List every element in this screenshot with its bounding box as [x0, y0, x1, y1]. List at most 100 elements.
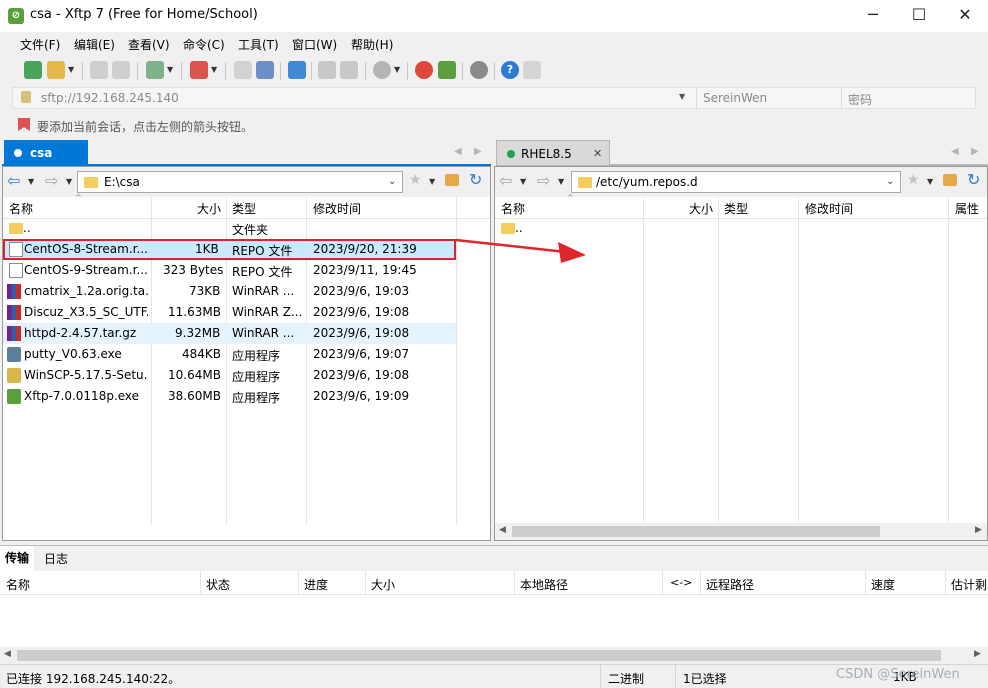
col-name[interactable]: 名称	[501, 200, 525, 217]
col-modified[interactable]: 修改时间	[805, 200, 853, 217]
col-permissions[interactable]: 属性	[955, 200, 979, 217]
xshell-icon[interactable]	[415, 61, 433, 79]
dropdown-arrow-icon[interactable]: ▼	[211, 65, 217, 74]
dropdown-arrow-icon[interactable]: ▼	[66, 177, 72, 186]
table-row[interactable]: httpd-2.4.57.tar.gz 9.32MB WinRAR ... 20…	[3, 323, 456, 344]
dropdown-arrow-icon[interactable]: ▼	[68, 65, 74, 74]
col-type[interactable]: 类型	[724, 200, 748, 217]
forward-arrow-icon[interactable]: ⇨	[45, 171, 58, 190]
table-row[interactable]: Xftp-7.0.0118p.exe 38.60MB 应用程序 2023/9/6…	[3, 386, 456, 407]
col-type[interactable]: 类型	[232, 200, 256, 217]
col-progress[interactable]: 进度	[304, 576, 328, 593]
chevron-down-icon[interactable]: ⌄	[388, 176, 396, 187]
password-field[interactable]: 密码	[848, 91, 872, 108]
chevron-down-icon[interactable]: ⌄	[886, 176, 894, 187]
col-direction[interactable]: <->	[670, 576, 692, 589]
open-folder-icon[interactable]	[47, 61, 65, 79]
dropdown-arrow-icon[interactable]: ▼	[429, 177, 435, 186]
table-row[interactable]: cmatrix_1.2a.orig.ta... 73KB WinRAR ... …	[3, 281, 456, 302]
table-row[interactable]: Discuz_X3.5_SC_UTF... 11.63MB WinRAR Z..…	[3, 302, 456, 323]
forward-arrow-icon[interactable]: ⇨	[537, 171, 550, 190]
table-row[interactable]: .. 文件夹	[3, 218, 456, 239]
col-status[interactable]: 状态	[206, 576, 230, 593]
help-icon[interactable]: ?	[501, 61, 519, 79]
col-local-path[interactable]: 本地路径	[520, 576, 568, 593]
copy-icon[interactable]	[318, 61, 336, 79]
scrollbar-thumb[interactable]	[512, 526, 880, 537]
paste-icon[interactable]	[340, 61, 358, 79]
tab-scroll-right-icon[interactable]: ▶	[971, 146, 979, 157]
close-button[interactable]: ✕	[942, 0, 988, 32]
scrollbar-thumb[interactable]	[17, 650, 941, 661]
tab-scroll-right-icon[interactable]: ▶	[474, 146, 482, 157]
connect-icon[interactable]	[90, 61, 108, 79]
xftp-icon[interactable]	[438, 61, 456, 79]
menu-help[interactable]: 帮助(H)	[351, 36, 393, 53]
horizontal-scrollbar[interactable]: ◀ ▶	[495, 523, 987, 540]
dropdown-arrow-icon[interactable]: ▼	[167, 65, 173, 74]
sync-icon[interactable]	[256, 61, 274, 79]
menu-file[interactable]: 文件(F)	[20, 36, 60, 53]
menu-view[interactable]: 查看(V)	[128, 36, 170, 53]
chat-icon[interactable]	[523, 61, 541, 79]
col-size[interactable]: 大小	[689, 200, 713, 217]
local-path-input[interactable]: E:\csa ⌄	[77, 171, 403, 193]
back-arrow-icon[interactable]: ⇦	[7, 171, 20, 190]
col-eta[interactable]: 估计剩	[951, 576, 987, 593]
col-speed[interactable]: 速度	[871, 576, 895, 593]
properties-icon[interactable]	[234, 61, 252, 79]
tab-transfer[interactable]: 传输	[0, 546, 34, 571]
col-remote-path[interactable]: 远程路径	[706, 576, 754, 593]
tab-scroll-left-icon[interactable]: ◀	[454, 146, 462, 157]
favorite-star-icon[interactable]: ★	[907, 172, 920, 188]
table-row[interactable]: putty_V0.63.exe 484KB 应用程序 2023/9/6, 19:…	[3, 344, 456, 365]
home-folder-icon[interactable]	[943, 174, 957, 186]
tab-rhel85[interactable]: RHEL8.5 ✕	[496, 140, 610, 166]
tab-scroll-left-icon[interactable]: ◀	[951, 146, 959, 157]
dropdown-arrow-icon[interactable]: ▼	[927, 177, 933, 186]
address-dropdown-icon[interactable]: ▼	[679, 92, 685, 101]
col-name[interactable]: 名称	[6, 576, 30, 593]
remote-path-input[interactable]: /etc/yum.repos.d ⌄	[571, 171, 901, 193]
new-window-icon[interactable]	[146, 61, 164, 79]
menu-command[interactable]: 命令(C)	[183, 36, 225, 53]
menu-edit[interactable]: 编辑(E)	[74, 36, 115, 53]
col-modified[interactable]: 修改时间	[313, 200, 361, 217]
globe-icon[interactable]	[373, 61, 391, 79]
tab-log[interactable]: 日志	[44, 550, 68, 567]
dropdown-arrow-icon[interactable]: ▼	[520, 177, 526, 186]
tab-csa[interactable]: csa	[4, 140, 88, 166]
refresh-icon[interactable]: ↻	[469, 170, 482, 189]
back-arrow-icon[interactable]: ⇦	[499, 171, 512, 190]
scroll-right-icon[interactable]: ▶	[975, 525, 982, 535]
minimize-button[interactable]: ─	[850, 0, 896, 32]
gear-icon[interactable]	[470, 61, 488, 79]
tab-close-icon[interactable]: ✕	[593, 141, 602, 167]
bookmark-icon[interactable]	[18, 118, 30, 131]
dropdown-arrow-icon[interactable]: ▼	[558, 177, 564, 186]
new-session-icon[interactable]	[24, 61, 42, 79]
transfer-horizontal-scrollbar[interactable]: ◀ ▶	[0, 647, 988, 664]
username-field[interactable]: SereinWen	[703, 91, 767, 105]
table-row[interactable]: WinSCP-5.17.5-Setu... 10.64MB 应用程序 2023/…	[3, 365, 456, 386]
scroll-left-icon[interactable]: ◀	[4, 649, 11, 659]
transfer-icon[interactable]	[288, 61, 306, 79]
dropdown-arrow-icon[interactable]: ▼	[394, 65, 400, 74]
scroll-right-icon[interactable]: ▶	[974, 649, 981, 659]
dropdown-arrow-icon[interactable]: ▼	[28, 177, 34, 186]
disconnect-icon[interactable]	[112, 61, 130, 79]
home-folder-icon[interactable]	[445, 174, 459, 186]
table-row[interactable]: CentOS-9-Stream.r... 323 Bytes REPO 文件 2…	[3, 260, 456, 281]
col-size[interactable]: 大小	[371, 576, 395, 593]
col-size[interactable]: 大小	[197, 200, 221, 217]
menu-tools[interactable]: 工具(T)	[238, 36, 279, 53]
scroll-left-icon[interactable]: ◀	[499, 525, 506, 535]
maximize-button[interactable]: ☐	[896, 0, 942, 32]
terminal-icon[interactable]	[190, 61, 208, 79]
refresh-icon[interactable]: ↻	[967, 170, 980, 189]
menu-window[interactable]: 窗口(W)	[292, 36, 337, 53]
favorite-star-icon[interactable]: ★	[409, 172, 422, 188]
table-row[interactable]: CentOS-8-Stream.r... 1KB REPO 文件 2023/9/…	[3, 239, 456, 260]
address-input[interactable]: sftp://192.168.245.140	[41, 91, 179, 105]
col-name[interactable]: 名称	[9, 200, 33, 217]
